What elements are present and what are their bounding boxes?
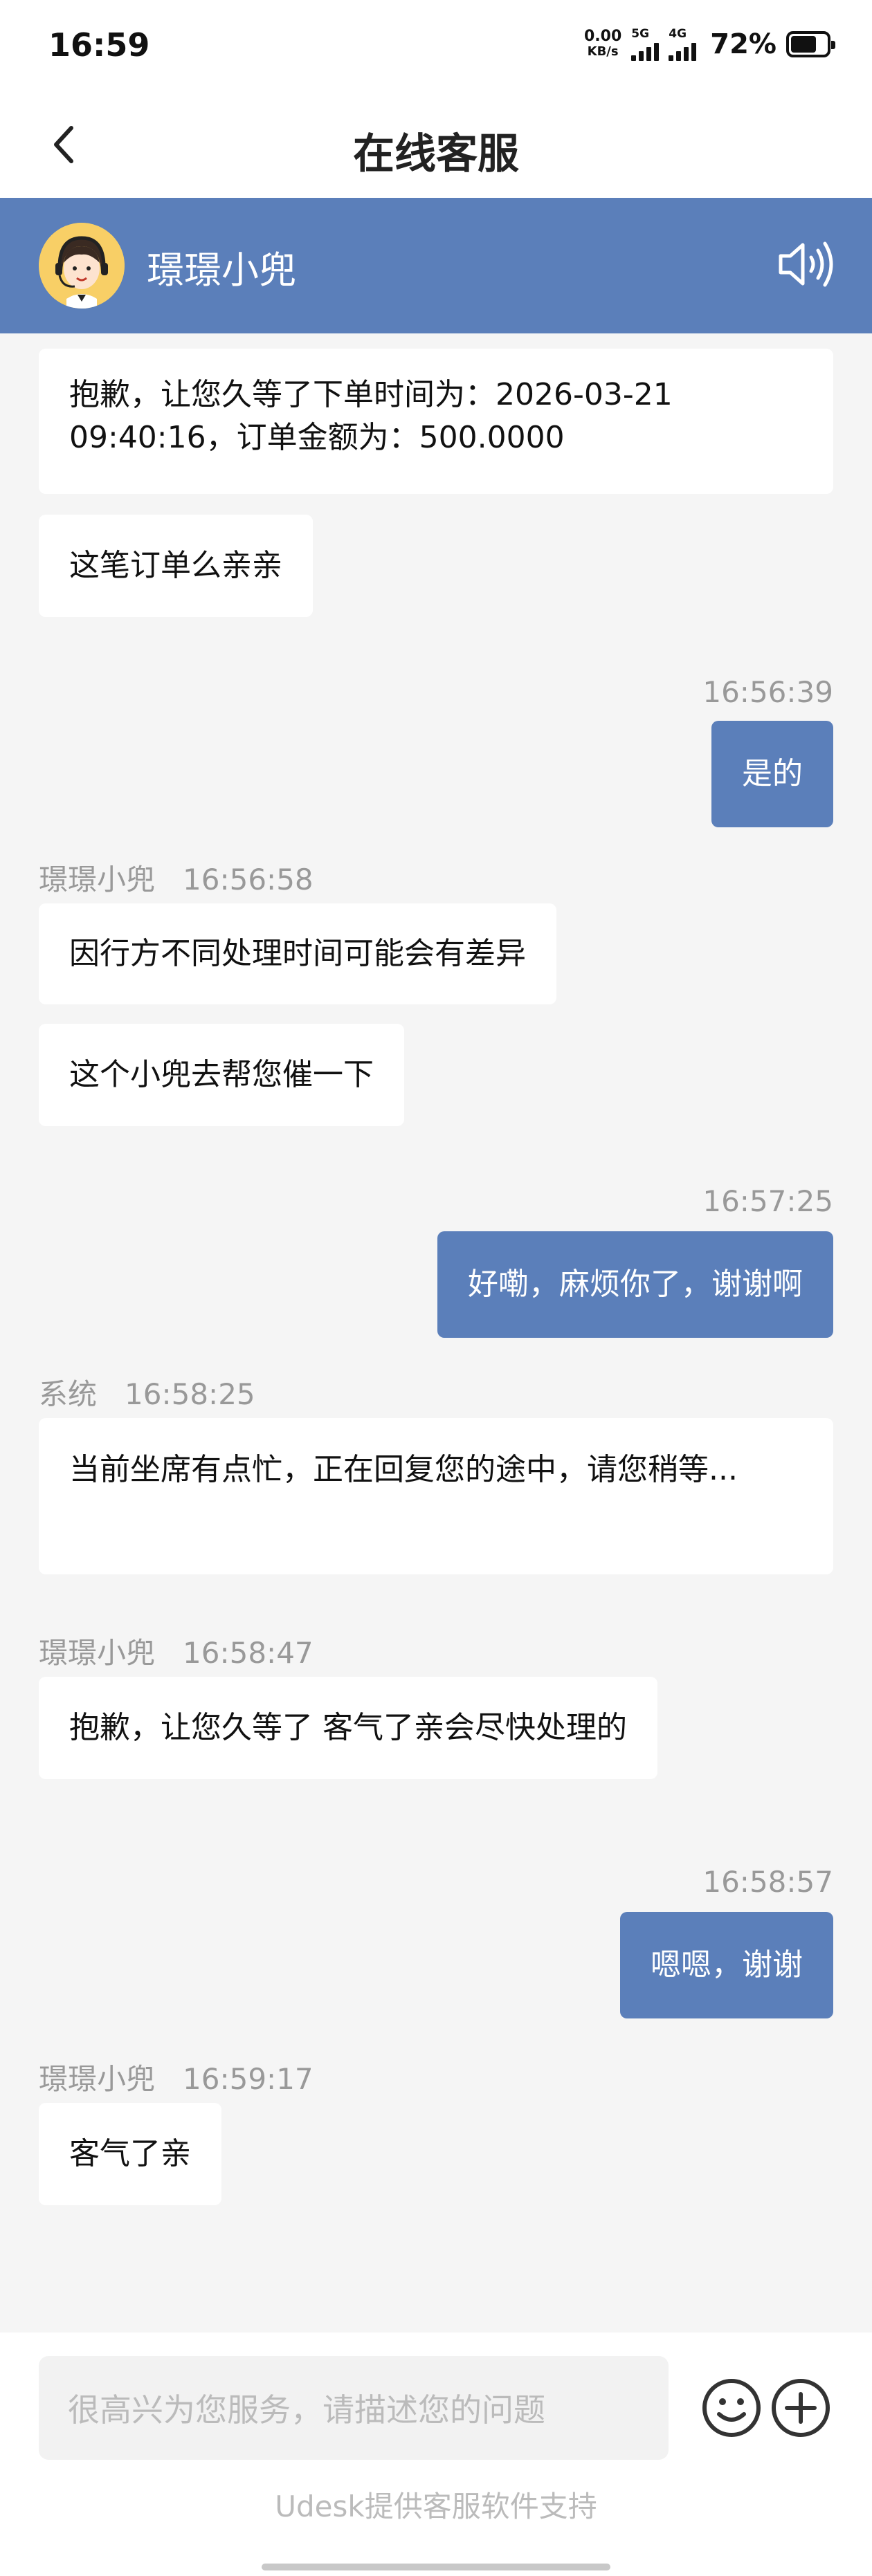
message-text: 抱歉，让您久等了下单时间为：2026-03-21 09:40:16，订单金额为：… xyxy=(69,377,673,455)
message-sender-line: 璟璟小兜 16:59:17 xyxy=(39,2056,314,2098)
battery-percent: 72% xyxy=(710,28,776,60)
message-incoming: 这个小兜去帮您催一下 xyxy=(39,1024,404,1126)
network-speed-value: 0.00 xyxy=(583,28,622,45)
signal-5g-icon: 5G xyxy=(631,27,660,61)
speaker-toggle-button[interactable] xyxy=(775,237,837,292)
network-speed: 0.00 KB/s xyxy=(584,29,621,59)
message-incoming: 抱歉，让您久等了下单时间为：2026-03-21 09:40:16，订单金额为：… xyxy=(39,349,833,494)
message-incoming: 这笔订单么亲亲 xyxy=(39,515,313,617)
message-text: 这个小兜去帮您催一下 xyxy=(69,1057,374,1092)
message-input-placeholder: 很高兴为您服务，请描述您的问题 xyxy=(68,2391,545,2429)
status-icons: 0.00 KB/s 5G 4G 72% xyxy=(584,27,835,61)
speaker-icon xyxy=(779,241,833,287)
network-speed-unit: KB/s xyxy=(587,44,619,59)
message-incoming: 因行方不同处理时间可能会有差异 xyxy=(39,903,556,1004)
message-incoming: 客气了亲 xyxy=(39,2103,221,2205)
home-indicator[interactable] xyxy=(262,2564,610,2570)
avatar xyxy=(39,223,125,309)
customer-service-avatar-icon xyxy=(39,223,125,309)
message-timestamp: 16:57:25 xyxy=(702,1184,833,1218)
message-outgoing: 嗯嗯，谢谢 xyxy=(620,1912,833,2018)
nav-bar: 在线客服 xyxy=(0,93,872,198)
message-incoming: 抱歉，让您久等了 客气了亲会尽快处理的 xyxy=(39,1677,657,1779)
sender-name: 系统 xyxy=(39,1377,98,1411)
message-timestamp: 16:58:57 xyxy=(702,1865,833,1899)
plus-icon xyxy=(772,2379,830,2437)
message-text: 客气了亲 xyxy=(69,2136,191,2171)
message-text: 好嘞，麻烦你了，谢谢啊 xyxy=(468,1267,803,1302)
status-time: 16:59 xyxy=(48,26,150,64)
emoji-icon xyxy=(702,2379,761,2437)
message-sender-line: 系统 16:58:25 xyxy=(39,1371,255,1413)
battery-icon xyxy=(786,31,835,57)
page-title: 在线客服 xyxy=(353,130,519,178)
agent-name: 璟璟小兜 xyxy=(147,248,296,292)
message-text: 是的 xyxy=(742,756,803,791)
message-timestamp: 16:59:17 xyxy=(183,2062,314,2096)
message-input[interactable]: 很高兴为您服务，请描述您的问题 xyxy=(39,2356,669,2460)
message-text: 嗯嗯，谢谢 xyxy=(651,1947,803,1982)
sender-name: 璟璟小兜 xyxy=(39,863,156,896)
message-timestamp: 16:58:25 xyxy=(125,1377,255,1411)
sender-name: 璟璟小兜 xyxy=(39,2062,156,2096)
message-timestamp: 16:56:39 xyxy=(702,675,833,709)
chat-messages[interactable]: 抱歉，让您久等了下单时间为：2026-03-21 09:40:16，订单金额为：… xyxy=(0,333,872,2333)
message-text: 因行方不同处理时间可能会有差异 xyxy=(69,936,526,971)
message-timestamp: 16:56:58 xyxy=(183,863,314,896)
message-outgoing: 好嘞，麻烦你了，谢谢啊 xyxy=(437,1231,833,1338)
message-outgoing: 是的 xyxy=(711,721,833,827)
status-bar: 16:59 0.00 KB/s 5G 4G 72% xyxy=(0,0,872,93)
message-text: 当前坐席有点忙，正在回复您的途中，请您稍等... xyxy=(69,1452,738,1487)
emoji-button[interactable] xyxy=(700,2377,763,2439)
signal-4g-icon: 4G xyxy=(669,27,697,61)
sim2-type: 4G xyxy=(669,27,687,41)
message-timestamp: 16:58:47 xyxy=(183,1636,314,1670)
sim1-type: 5G xyxy=(631,27,650,41)
message-text: 这笔订单么亲亲 xyxy=(69,548,282,583)
sender-name: 璟璟小兜 xyxy=(39,1636,156,1670)
message-sender-line: 璟璟小兜 16:56:58 xyxy=(39,856,314,899)
message-incoming: 当前坐席有点忙，正在回复您的途中，请您稍等... xyxy=(39,1418,833,1574)
agent-header: 璟璟小兜 xyxy=(0,198,872,333)
input-area: 很高兴为您服务，请描述您的问题 Udesk提供客服软件支持 xyxy=(0,2333,872,2576)
message-sender-line: 璟璟小兜 16:58:47 xyxy=(39,1630,314,1672)
message-text: 抱歉，让您久等了 客气了亲会尽快处理的 xyxy=(69,1710,627,1745)
more-button[interactable] xyxy=(770,2377,832,2439)
support-credit: Udesk提供客服软件支持 xyxy=(275,2490,597,2523)
